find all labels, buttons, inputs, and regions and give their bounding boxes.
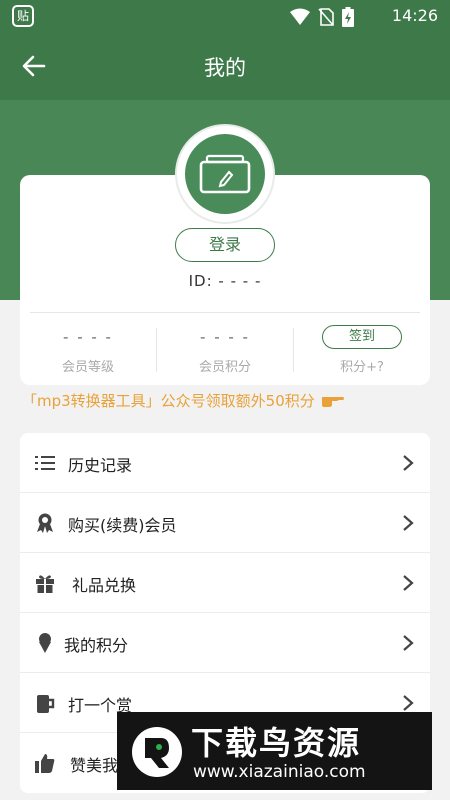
member-points-stat: - - - - 会员积分 bbox=[157, 328, 293, 375]
status-bar: 贴 14:26 bbox=[0, 0, 450, 32]
app-bar: 我的 bbox=[0, 32, 450, 100]
member-level-value: - - - - bbox=[63, 328, 113, 346]
status-icons bbox=[290, 7, 354, 27]
gift-icon bbox=[36, 575, 54, 593]
list-icon bbox=[35, 456, 55, 470]
member-level-stat: - - - - 会员等级 bbox=[20, 328, 156, 375]
menu-item-membership[interactable]: 购买(续费)会员 bbox=[20, 493, 430, 553]
checkin-points-label: 积分+? bbox=[340, 360, 384, 375]
beer-mug-icon bbox=[37, 695, 55, 713]
pointing-hand-icon bbox=[321, 397, 344, 407]
wifi-icon bbox=[290, 8, 310, 25]
page-title: 我的 bbox=[204, 56, 246, 80]
menu-item-gift-redeem[interactable]: 礼品兑换 bbox=[20, 553, 430, 613]
badge-icon bbox=[37, 513, 53, 533]
checkin-button[interactable]: 签到 bbox=[322, 325, 402, 349]
login-button[interactable]: 登录 bbox=[175, 228, 275, 262]
bird-logo-icon bbox=[132, 727, 182, 777]
member-points-label: 会员积分 bbox=[198, 360, 251, 375]
ice-cream-icon bbox=[39, 633, 51, 653]
menu-item-my-points[interactable]: 我的积分 bbox=[20, 613, 430, 673]
chevron-right-icon bbox=[403, 695, 414, 711]
chevron-right-icon bbox=[403, 635, 414, 651]
watermark-url: www.xiazainiao.com bbox=[193, 762, 366, 782]
watermark-title: 下载鸟资源 bbox=[191, 724, 362, 762]
user-id: ID: - - - - bbox=[188, 272, 262, 290]
promo-text: 「mp3转换器工具」公众号领取额外50积分 bbox=[22, 392, 315, 410]
edit-card-icon bbox=[199, 154, 251, 194]
menu-item-label: 购买(续费)会员 bbox=[68, 516, 177, 535]
no-sim-icon bbox=[318, 8, 334, 26]
member-level-label: 会员等级 bbox=[61, 360, 114, 375]
chevron-right-icon bbox=[403, 515, 414, 531]
app-notification-icon: 贴 bbox=[12, 5, 34, 27]
checkin-stat: 签到 积分+? bbox=[294, 325, 430, 375]
menu-item-label: 历史记录 bbox=[68, 456, 133, 475]
promo-banner[interactable]: 「mp3转换器工具」公众号领取额外50积分 bbox=[22, 390, 346, 411]
menu-item-label: 礼品兑换 bbox=[72, 576, 137, 595]
avatar[interactable] bbox=[185, 134, 265, 214]
status-time: 14:26 bbox=[391, 6, 438, 25]
member-points-value: - - - - bbox=[200, 328, 250, 346]
chevron-right-icon bbox=[403, 455, 414, 471]
menu-item-label: 我的积分 bbox=[64, 636, 129, 655]
thumbs-up-icon bbox=[35, 754, 55, 773]
card-divider bbox=[30, 312, 420, 313]
menu-item-history[interactable]: 历史记录 bbox=[20, 433, 430, 493]
chevron-right-icon bbox=[403, 575, 414, 591]
watermark-overlay: 下载鸟资源 www.xiazainiao.com bbox=[117, 712, 432, 790]
battery-icon bbox=[342, 7, 354, 27]
